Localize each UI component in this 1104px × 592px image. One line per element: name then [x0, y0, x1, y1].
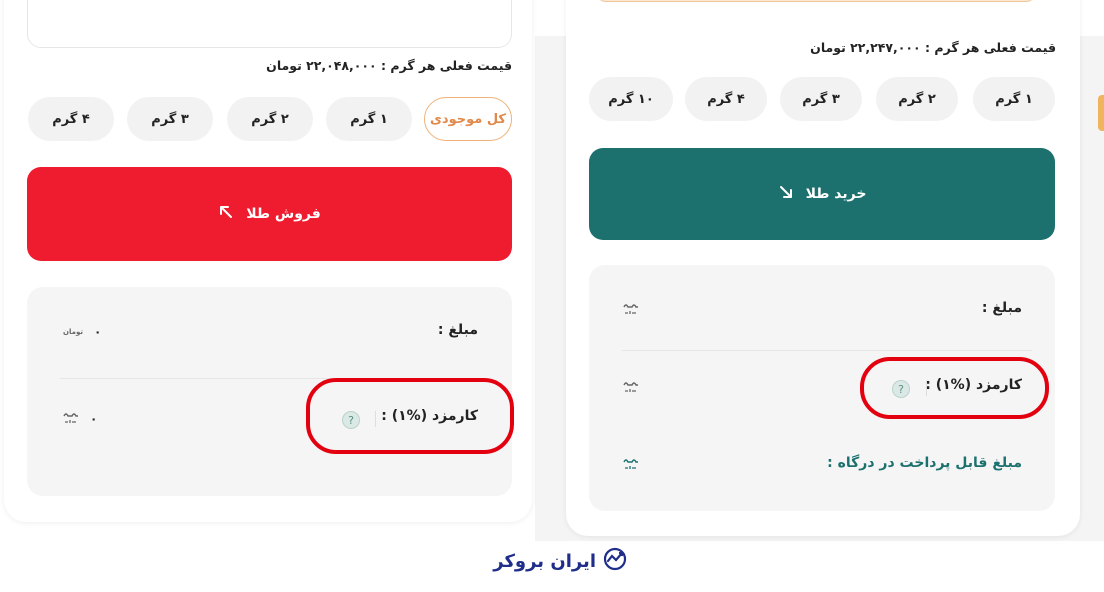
sell-chip-1-gram[interactable]: ۱ گرم	[326, 97, 412, 141]
sell-gold-button[interactable]: فروش طلا	[27, 167, 512, 261]
iranbroker-logo: ایران بروکر	[478, 543, 628, 579]
fee-highlight-circle	[306, 378, 514, 454]
buy-gold-button[interactable]: خرید طلا	[589, 148, 1055, 240]
arrow-down-right-icon	[778, 184, 794, 204]
arrow-up-left-icon	[218, 204, 234, 224]
toman-icon	[622, 380, 640, 396]
buy-fee-value	[622, 380, 640, 396]
buy-amount-label: مبلغ :	[981, 300, 1022, 316]
buy-chip-3-gram[interactable]: ۳ گرم	[780, 77, 862, 121]
buy-chip-2-gram[interactable]: ۲ گرم	[876, 77, 958, 121]
sell-amount-label: مبلغ :	[437, 322, 478, 338]
sell-fee-number: ۰	[90, 412, 98, 426]
toman-icon	[62, 411, 80, 427]
sell-chip-3-gram[interactable]: ۳ گرم	[127, 97, 213, 141]
buy-current-price: قیمت فعلی هر گرم : ۲۲,۲۴۷,۰۰۰ تومان	[810, 40, 1056, 55]
sell-chip-4-gram[interactable]: ۴ گرم	[28, 97, 114, 141]
sell-chip-2-gram[interactable]: ۲ گرم	[227, 97, 313, 141]
chart-logo-icon	[602, 546, 628, 576]
logo-text: ایران بروکر	[493, 550, 596, 572]
sell-button-label: فروش طلا	[246, 206, 321, 222]
sell-amount-input[interactable]	[27, 0, 512, 48]
buy-chip-1-gram[interactable]: ۱ گرم	[973, 77, 1055, 121]
sell-current-price: قیمت فعلی هر گرم : ۲۲,۰۴۸,۰۰۰ تومان	[266, 58, 512, 73]
fee-highlight-circle	[860, 357, 1049, 419]
sell-fee-value: ۰	[62, 411, 97, 427]
buy-payable-label: مبلغ قابل پرداخت در درگاه :	[827, 455, 1022, 471]
toman-icon: تومان	[63, 327, 83, 336]
buy-chip-10-gram[interactable]: ۱۰ گرم	[589, 77, 673, 121]
toman-icon	[622, 302, 640, 318]
toman-icon	[622, 457, 640, 473]
sell-amount-number: ۰	[94, 325, 102, 339]
sell-chip-all-balance[interactable]: کل موجودی	[424, 97, 512, 141]
sell-amount-value: تومان ۰	[62, 325, 101, 339]
buy-button-label: خرید طلا	[805, 186, 867, 202]
buy-payable-value	[622, 457, 640, 473]
side-tab-indicator[interactable]	[1098, 95, 1104, 131]
buy-summary-divider	[622, 350, 1032, 351]
buy-chip-4-gram[interactable]: ۴ گرم	[685, 77, 767, 121]
buy-amount-value	[622, 302, 640, 318]
top-warning-strip	[596, 0, 1036, 2]
